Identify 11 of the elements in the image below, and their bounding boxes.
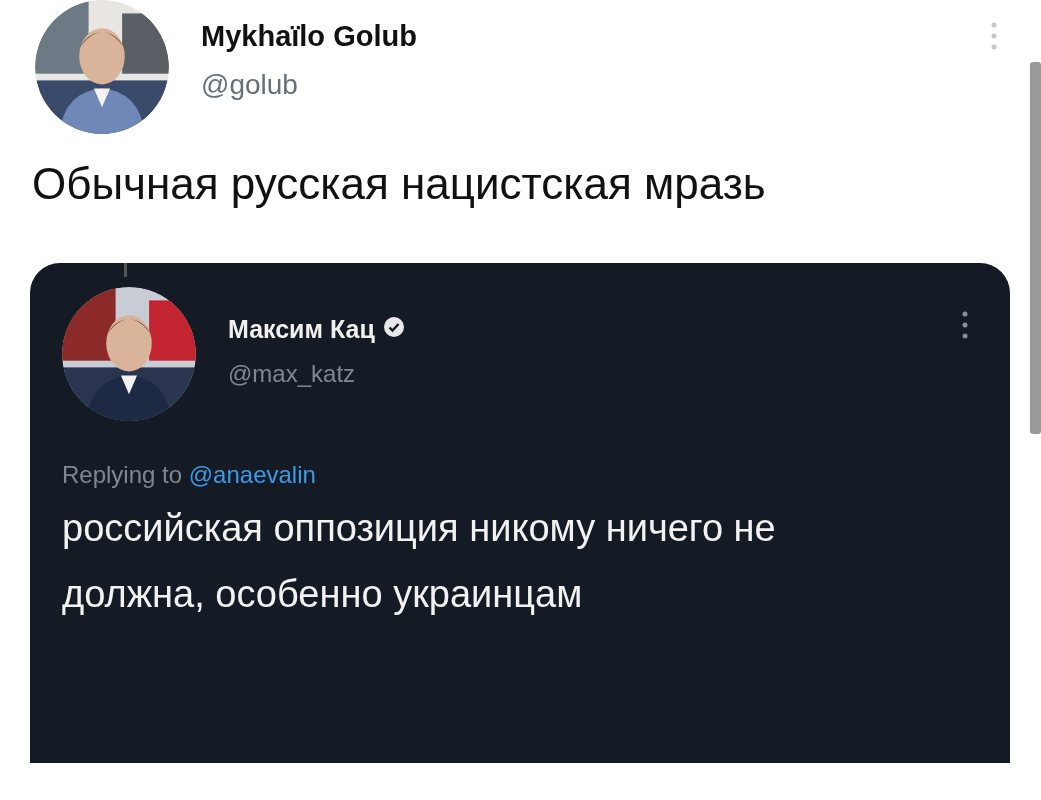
more-icon[interactable] [962,311,968,339]
scrollbar[interactable] [1030,62,1041,434]
author-handle: @max_katz [228,360,357,388]
author-name[interactable]: Mykhaïlo Golub [201,20,417,53]
author-name[interactable]: Максим Кац [228,315,375,344]
replying-to-text: Replying to @anaevalin [62,461,317,489]
tweet-text: российская оппозиция никому ничего не должна, особенно украинцам [62,506,777,617]
mention-link[interactable]: @anaevalin [188,461,316,488]
tweet-text: Обычная русская нацистская мразь [32,158,767,210]
author-handle: @golub [201,69,299,101]
quoted-tweet-card[interactable]: Максим Кац @max_katz Replying to @anaevalin российская оппозиция никому ничего не должна, особенно украинцам [30,263,1010,763]
